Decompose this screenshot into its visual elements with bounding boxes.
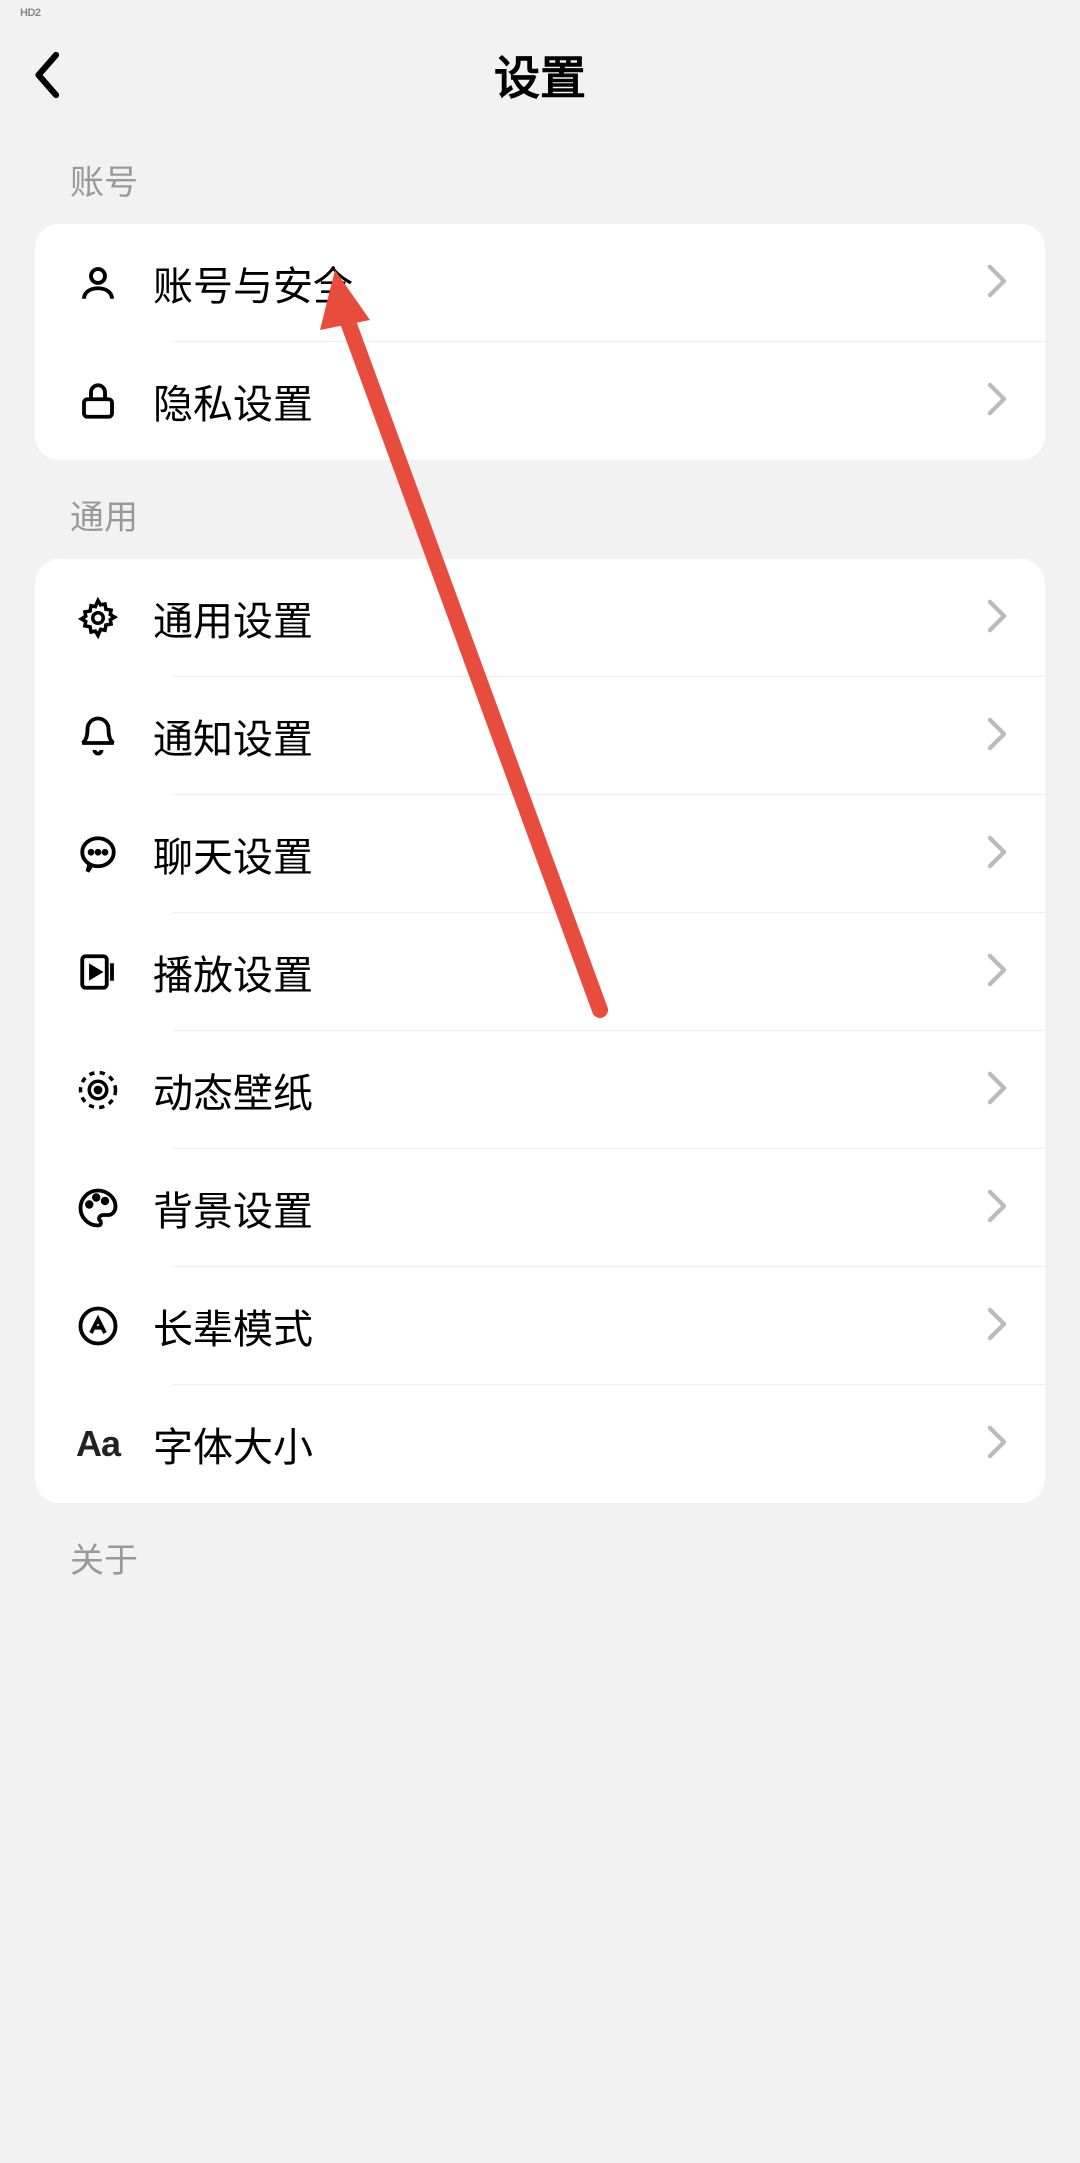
palette-icon — [73, 1183, 123, 1233]
chat-icon — [73, 829, 123, 879]
bell-icon — [73, 711, 123, 761]
page-title: 设置 — [0, 42, 1080, 108]
item-font-size[interactable]: Aa 字体大小 — [35, 1385, 1045, 1503]
item-label: 账号与安全 — [153, 254, 987, 312]
item-account-security[interactable]: 账号与安全 — [35, 224, 1045, 342]
item-playback[interactable]: 播放设置 — [35, 913, 1045, 1031]
section-label-general: 通用 — [0, 460, 1080, 559]
chevron-right-icon — [987, 599, 1007, 638]
person-icon — [73, 258, 123, 308]
item-label: 长辈模式 — [153, 1297, 987, 1355]
font-size-icon: Aa — [73, 1419, 123, 1469]
chevron-right-icon — [987, 1307, 1007, 1346]
chevron-right-icon — [987, 1189, 1007, 1228]
item-label: 动态壁纸 — [153, 1061, 987, 1119]
item-chat[interactable]: 聊天设置 — [35, 795, 1045, 913]
back-icon — [30, 50, 62, 100]
elder-mode-icon — [73, 1301, 123, 1351]
chevron-right-icon — [987, 717, 1007, 756]
chevron-right-icon — [987, 382, 1007, 421]
hd-badge: HD2 — [20, 7, 41, 19]
back-button[interactable] — [30, 45, 90, 105]
item-wallpaper[interactable]: 动态壁纸 — [35, 1031, 1045, 1149]
gear-icon — [73, 593, 123, 643]
item-notifications[interactable]: 通知设置 — [35, 677, 1045, 795]
section-card-general: 通用设置 通知设置 — [35, 559, 1045, 1503]
item-privacy[interactable]: 隐私设置 — [35, 342, 1045, 460]
chevron-right-icon — [987, 1071, 1007, 1110]
section-card-account: 账号与安全 隐私设置 — [35, 224, 1045, 460]
item-label: 字体大小 — [153, 1415, 987, 1473]
chevron-right-icon — [987, 264, 1007, 303]
item-background[interactable]: 背景设置 — [35, 1149, 1045, 1267]
lock-icon — [73, 376, 123, 426]
play-icon — [73, 947, 123, 997]
item-elder-mode[interactable]: 长辈模式 — [35, 1267, 1045, 1385]
item-label: 通用设置 — [153, 589, 987, 647]
item-label: 背景设置 — [153, 1179, 987, 1237]
header: 设置 — [0, 25, 1080, 125]
chevron-right-icon — [987, 835, 1007, 874]
item-general-settings[interactable]: 通用设置 — [35, 559, 1045, 677]
item-label: 通知设置 — [153, 707, 987, 765]
item-label: 聊天设置 — [153, 825, 987, 883]
chevron-right-icon — [987, 953, 1007, 992]
section-label-account: 账号 — [0, 125, 1080, 224]
item-label: 隐私设置 — [153, 372, 987, 430]
chevron-right-icon — [987, 1425, 1007, 1464]
status-bar: HD2 — [0, 0, 1080, 25]
wallpaper-icon — [73, 1065, 123, 1115]
section-label-about: 关于 — [0, 1503, 1080, 1602]
item-label: 播放设置 — [153, 943, 987, 1001]
